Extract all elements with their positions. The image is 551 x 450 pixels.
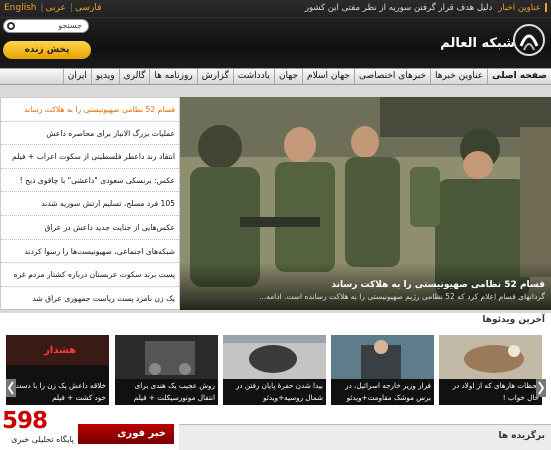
video-card[interactable]: روش عجیب یک هندی برای انتقال مونورسیکلت …: [115, 335, 218, 405]
video-card[interactable]: فرار وزیر خارجه اسرائیل، در برس موشک مقا…: [331, 335, 434, 405]
headline-list: قسام 52 نظامی صهیونیستی را به هلاکت رسان…: [0, 97, 180, 311]
videos-carousel: لحظات هارهای که از اولاد در حال خواب ! ف…: [6, 335, 546, 405]
lang-english-link[interactable]: English: [4, 3, 37, 13]
main-navigation: صفحه اصلیعناوین خبرهاخبرهای اختصاصیجهان …: [0, 68, 551, 85]
breaking-news-label[interactable]: خبر فوری: [78, 424, 174, 444]
logo-emblem-icon: [513, 24, 545, 56]
site-header: English | فارسی|عربی عناوين اخبار دلیل هدف …: [0, 0, 551, 68]
nav-video[interactable]: ویدیو: [90, 69, 119, 84]
lang-arabic-link[interactable]: عربی: [46, 3, 66, 13]
headline-item[interactable]: عملیات بزرگ الانبار برای محاصره داعش: [1, 122, 179, 146]
news-ticker: عناوين اخبار دلیل هدف قرار گرفتن سوریه از…: [305, 3, 547, 13]
ticker-marker: [545, 3, 547, 12]
language-switcher: English | فارسی|عربی: [4, 3, 102, 13]
warning-thumb-image: [6, 335, 109, 379]
minister-thumb-image: [331, 335, 434, 379]
motorcycle-thumb-image: [115, 335, 218, 379]
nav-exclusive[interactable]: خبرهای اختصاصی: [353, 69, 430, 84]
video-thumbnail: [223, 335, 326, 379]
headline-item[interactable]: یک زن نامزد پست ریاست جمهوری عراق شد: [1, 287, 179, 311]
video-thumbnail: [115, 335, 218, 379]
carousel-next-button[interactable]: [536, 379, 546, 397]
nav-iran[interactable]: ایران: [62, 69, 91, 84]
headline-item[interactable]: 105 فرد مسلح، تسلیم ارتش سوریه شدند: [1, 192, 179, 216]
bottom-section: 598 پایگاه تحلیلی خبری خبر فوری برگزیده …: [0, 408, 551, 450]
video-card[interactable]: لحظات هارهای که از اولاد در حال خواب !: [439, 335, 542, 405]
video-caption: روش عجیب یک هندی برای انتقال مونورسیکلت …: [115, 379, 218, 405]
ticker-label: عناوين اخبار: [498, 3, 541, 13]
crater-thumb-image: [223, 335, 326, 379]
video-thumbnail: هشدار: [6, 335, 109, 379]
featured-section: برگزیده ها: [179, 424, 551, 450]
snake-thumb-image: [439, 335, 542, 379]
search-box[interactable]: جستجو: [3, 19, 89, 33]
main-story-photo[interactable]: قسام 52 نظامی صهیونیستی را به هلاکت رسان…: [180, 97, 551, 310]
video-card[interactable]: بیدا شدن حفرهٔ پایان رفتن در شمال روسیه+…: [223, 335, 326, 405]
headline-item[interactable]: انتقاد رند داعطر فلسطینی از سکوت اعراب +…: [1, 145, 179, 169]
video-card[interactable]: هشدار خلاقه داعش یک زن را با دست خود کشت…: [6, 335, 109, 405]
video-caption: بیدا شدن حفرهٔ پایان رفتن در شمال روسیه+…: [223, 379, 326, 405]
latest-videos-title: آخرین ویدئوها: [482, 315, 545, 325]
headline-item[interactable]: قسام 52 نظامی صهیونیستی را به هلاکت رسان…: [1, 98, 179, 122]
nav-headlines[interactable]: عناوین خبرها: [430, 69, 487, 84]
lang-farsi-link[interactable]: فارسی: [75, 3, 101, 13]
main-story-caption: قسام 52 نظامی صهیونیستی را به هلاکت رسان…: [180, 262, 551, 310]
nav-home[interactable]: صفحه اصلی: [487, 69, 551, 84]
video-caption: لحظات هارهای که از اولاد در حال خواب !: [439, 379, 542, 405]
headline-item[interactable]: شبکه‌های اجتماعی، صهیونیست‌ها را رسوا کر…: [1, 240, 179, 264]
nav-report[interactable]: گزارش: [196, 69, 233, 84]
carousel-prev-button[interactable]: [6, 379, 16, 397]
nav-notes[interactable]: یادداشت: [232, 69, 274, 84]
featured-title: برگزیده ها: [498, 431, 545, 441]
brand-subtitle: پایگاه تحلیلی خبری: [11, 435, 74, 444]
live-stream-button[interactable]: پخش زنده: [3, 41, 91, 59]
main-story-subtitle: گردانهای قسام اعلام کرد که 52 نظامی رژیم…: [258, 292, 545, 301]
site-logo[interactable]: شبکه العالم: [440, 22, 545, 66]
chevron-right-icon: [538, 381, 545, 395]
video-thumbnail: [331, 335, 434, 379]
nav-gallery[interactable]: گالری: [118, 69, 150, 84]
video-thumbnail: [439, 335, 542, 379]
logo-text: شبکه العالم: [440, 36, 515, 51]
video-caption: خلاقه داعش یک زن را با دست خود کشت + فیل…: [6, 379, 109, 405]
nav-islamic-world[interactable]: جهان اسلام: [302, 69, 354, 84]
video-caption: فرار وزیر خارجه اسرائیل، در برس موشک مقا…: [331, 379, 434, 405]
main-story-title[interactable]: قسام 52 نظامی صهیونیستی را به هلاکت رسان…: [186, 280, 545, 290]
search-icon[interactable]: [7, 22, 15, 30]
brand-number: 598: [2, 408, 48, 434]
latest-videos-section: آخرین ویدئوها لحظات هارهای که از اولاد د…: [0, 313, 551, 408]
nav-newspapers[interactable]: روزنامه ها: [149, 69, 196, 84]
headline-item[interactable]: عکس‌هایی از جنایت جدید داعش در عراق: [1, 216, 179, 240]
video-overlay-text: هشدار: [44, 345, 77, 356]
ticker-text[interactable]: دلیل هدف قرار گرفتن سوریه از نظر مفتی ای…: [305, 3, 492, 13]
brand-598-logo[interactable]: 598 پایگاه تحلیلی خبری: [0, 408, 76, 450]
nav-world[interactable]: جهان: [273, 69, 302, 84]
headline-item[interactable]: پست برند سکوت عربستان درباره کشتار مردم …: [1, 263, 179, 287]
search-input[interactable]: جستجو: [58, 21, 82, 30]
headline-item[interactable]: عکس: برنسکی سعودی "داعشی" با چاقوی ذبح !: [1, 169, 179, 193]
chevron-left-icon: [7, 381, 14, 395]
top-bar: English | فارسی|عربی عناوين اخبار دلیل هدف …: [0, 0, 551, 18]
